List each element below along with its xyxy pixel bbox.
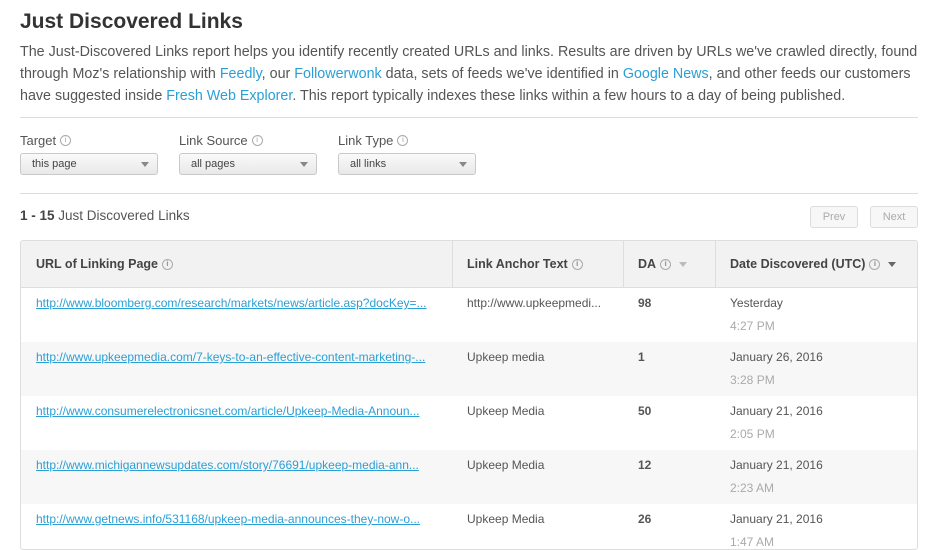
domain-authority: 1 <box>638 350 645 364</box>
link-type-label: Link Type <box>338 132 394 148</box>
prev-button[interactable]: Prev <box>810 206 858 228</box>
date-discovered: January 21, 2016 <box>730 512 823 526</box>
column-header-label: DA <box>638 257 657 271</box>
info-icon[interactable]: i <box>571 258 583 270</box>
table-row: http://www.getnews.info/531168/upkeep-me… <box>21 504 917 549</box>
page-title: Just Discovered Links <box>20 10 243 33</box>
column-header-anchor[interactable]: Link Anchor Text i <box>452 241 623 287</box>
column-header-label: Link Anchor Text <box>467 257 568 271</box>
target-select[interactable]: this page <box>20 153 158 175</box>
column-header-da[interactable]: DA i <box>623 241 715 287</box>
anchor-text: Upkeep Media <box>467 512 545 526</box>
next-button[interactable]: Next <box>870 206 918 228</box>
results-label: Just Discovered Links <box>54 208 190 223</box>
results-range: 1 - 15 <box>20 208 55 223</box>
link-source-label: Link Source <box>179 132 248 148</box>
link-source-select-value: all pages <box>191 158 236 170</box>
fresh-web-explorer-link[interactable]: Fresh Web Explorer <box>166 88 292 104</box>
table-header: URL of Linking Page i Link Anchor Text i… <box>21 241 917 288</box>
domain-authority: 26 <box>638 512 652 526</box>
column-header-url[interactable]: URL of Linking Page i <box>21 241 452 287</box>
column-header-label: URL of Linking Page <box>36 257 158 271</box>
link-type-filter: Link Type i all links <box>338 132 476 175</box>
time-discovered: 2:05 PM <box>730 427 775 441</box>
time-discovered: 1:47 AM <box>730 535 775 549</box>
date-discovered: Yesterday <box>730 296 783 310</box>
just-discovered-links-report: Just Discovered Links The Just-Discovere… <box>0 0 939 550</box>
report-description: The Just-Discovered Links report helps y… <box>20 41 925 107</box>
anchor-text: Upkeep Media <box>467 404 545 418</box>
info-icon[interactable]: i <box>869 258 881 270</box>
target-label: Target <box>20 132 57 148</box>
table-row: http://www.bloomberg.com/research/market… <box>21 288 917 342</box>
results-count: 1 - 15 Just Discovered Links <box>20 208 190 223</box>
domain-authority: 50 <box>638 404 652 418</box>
sort-descending-icon[interactable] <box>888 261 897 267</box>
anchor-text: Upkeep media <box>467 350 545 364</box>
target-filter: Target i this page <box>20 132 158 175</box>
linking-page-url[interactable]: http://www.getnews.info/531168/upkeep-me… <box>36 512 441 526</box>
chevron-down-icon <box>300 161 308 167</box>
divider <box>20 193 918 194</box>
domain-authority: 98 <box>638 296 652 310</box>
link-type-select[interactable]: all links <box>338 153 476 175</box>
google-news-link[interactable]: Google News <box>623 66 709 82</box>
time-discovered: 3:28 PM <box>730 373 775 387</box>
table-row: http://www.upkeepmedia.com/7-keys-to-an-… <box>21 342 917 396</box>
domain-authority: 12 <box>638 458 652 472</box>
links-table: URL of Linking Page i Link Anchor Text i… <box>20 240 918 550</box>
date-discovered: January 21, 2016 <box>730 404 823 418</box>
info-icon[interactable]: i <box>251 134 263 146</box>
description-text: . This report typically indexes these li… <box>292 88 846 104</box>
target-filter-label-row: Target i <box>20 132 158 148</box>
description-text: data, sets of feeds we've identified in <box>381 66 623 82</box>
link-source-filter-label-row: Link Source i <box>179 132 317 148</box>
table-row: http://www.consumerelectronicsnet.com/ar… <box>21 396 917 450</box>
info-icon[interactable]: i <box>60 134 72 146</box>
link-type-filter-label-row: Link Type i <box>338 132 476 148</box>
divider <box>20 117 918 118</box>
anchor-text: http://www.upkeepmedi... <box>467 296 602 310</box>
link-source-filter: Link Source i all pages <box>179 132 317 175</box>
info-icon[interactable]: i <box>162 258 173 270</box>
anchor-text: Upkeep Media <box>467 458 545 472</box>
chevron-down-icon <box>141 161 149 167</box>
chevron-down-icon <box>459 161 467 167</box>
column-header-date[interactable]: Date Discovered (UTC) i <box>715 241 917 287</box>
linking-page-url[interactable]: http://www.bloomberg.com/research/market… <box>36 296 441 310</box>
followerwonk-link[interactable]: Followerwonk <box>294 66 381 82</box>
info-icon[interactable]: i <box>660 258 672 270</box>
table-row: http://www.michigannewsupdates.com/story… <box>21 450 917 504</box>
date-discovered: January 26, 2016 <box>730 350 823 364</box>
column-header-label: Date Discovered (UTC) <box>730 257 866 271</box>
sort-arrow-icon[interactable] <box>679 261 688 267</box>
linking-page-url[interactable]: http://www.michigannewsupdates.com/story… <box>36 458 441 472</box>
linking-page-url[interactable]: http://www.upkeepmedia.com/7-keys-to-an-… <box>36 350 441 364</box>
info-icon[interactable]: i <box>397 134 409 146</box>
description-text: , our <box>261 66 295 82</box>
target-select-value: this page <box>32 158 77 170</box>
link-type-select-value: all links <box>350 158 387 170</box>
link-source-select[interactable]: all pages <box>179 153 317 175</box>
date-discovered: January 21, 2016 <box>730 458 823 472</box>
time-discovered: 4:27 PM <box>730 319 775 333</box>
feedly-link[interactable]: Feedly <box>220 66 262 82</box>
linking-page-url[interactable]: http://www.consumerelectronicsnet.com/ar… <box>36 404 441 418</box>
time-discovered: 2:23 AM <box>730 481 775 495</box>
